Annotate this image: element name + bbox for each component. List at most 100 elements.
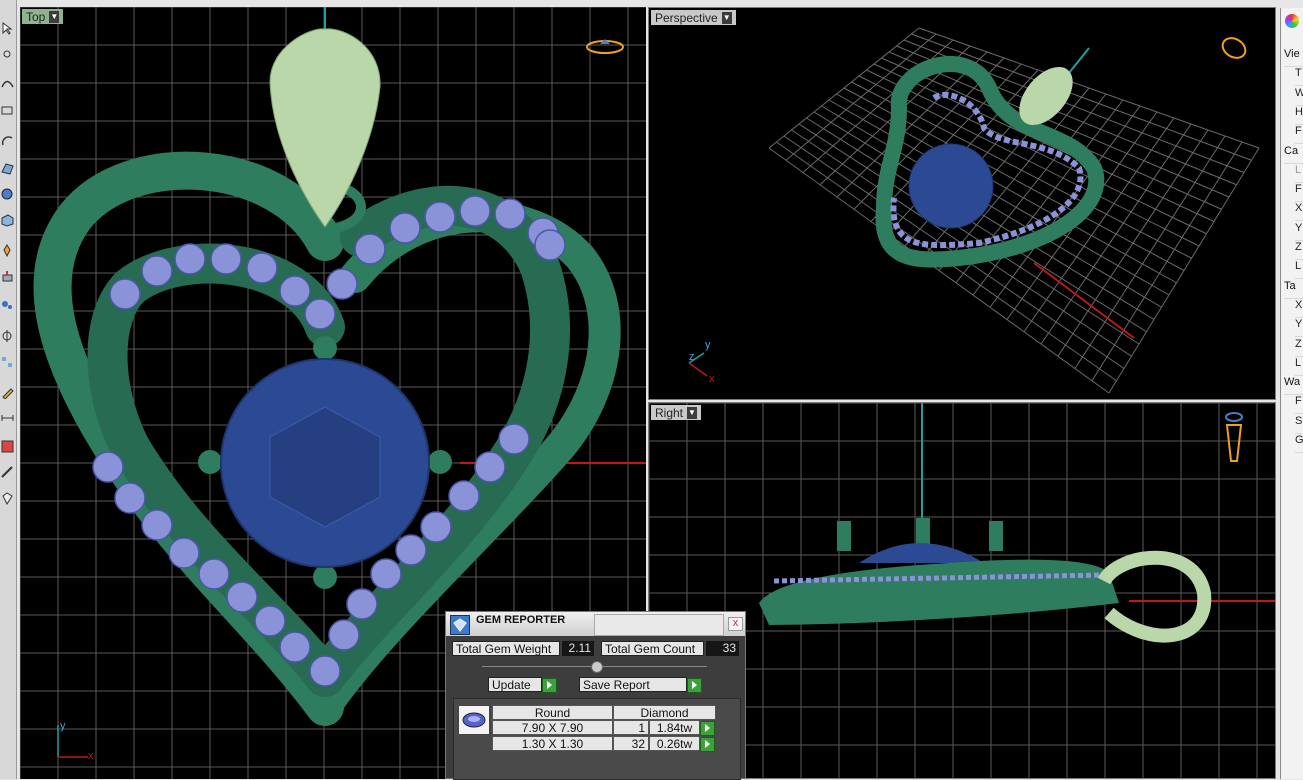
side-gem xyxy=(346,588,378,620)
arc-tool-icon[interactable] xyxy=(1,134,14,147)
prong xyxy=(313,336,337,360)
select-tool-icon[interactable] xyxy=(1,22,14,35)
property-row[interactable]: S xyxy=(1295,415,1303,434)
property-row[interactable]: T xyxy=(1295,67,1303,87)
property-row[interactable]: H xyxy=(1295,106,1303,125)
col-header-diamond: Diamond xyxy=(613,705,716,720)
property-row[interactable]: L xyxy=(1295,260,1303,280)
close-button[interactable]: x xyxy=(728,617,743,631)
property-row[interactable]: Vie xyxy=(1284,48,1303,67)
loft-tool-icon[interactable] xyxy=(1,298,14,311)
property-row[interactable]: L xyxy=(1295,164,1303,183)
side-gem xyxy=(226,581,258,613)
side-gem xyxy=(534,229,566,261)
update-go-icon[interactable] xyxy=(542,678,557,693)
titlebar-spacer xyxy=(594,614,724,636)
surface-tool-icon[interactable] xyxy=(1,162,14,175)
side-gem xyxy=(354,233,386,265)
analyze-tool-icon[interactable] xyxy=(1,440,14,453)
property-row[interactable]: Y xyxy=(1295,222,1303,241)
sphere-tool-icon[interactable] xyxy=(1,188,14,201)
total-gem-weight-value: 2.11 xyxy=(562,641,594,656)
side-gem xyxy=(141,509,173,541)
side-gem xyxy=(279,275,311,307)
ring-view-icon[interactable] xyxy=(586,39,624,54)
top-viewport-label[interactable]: Top ▼ xyxy=(22,9,64,24)
side-gem xyxy=(420,511,452,543)
update-button[interactable]: Update xyxy=(488,677,542,692)
perspective-viewport-title: Perspective xyxy=(655,10,718,25)
side-gem xyxy=(389,212,421,244)
property-row[interactable]: F xyxy=(1295,395,1303,415)
property-row[interactable]: Wa xyxy=(1284,376,1303,396)
property-row[interactable]: Y xyxy=(1295,318,1303,338)
total-gem-weight-label: Total Gem Weight xyxy=(452,641,560,656)
gem-reporter-dialog: GEM REPORTER x Total Gem Weight 2.11 Tot… xyxy=(445,611,746,780)
gem-reporter-icon xyxy=(450,615,470,635)
color-wheel-icon[interactable] xyxy=(1285,14,1299,28)
transform-tool-icon[interactable] xyxy=(1,330,14,343)
side-gem xyxy=(494,198,526,230)
svg-text:y: y xyxy=(60,720,66,732)
side-gem xyxy=(370,558,402,590)
row2-size: 1.30 X 1.30 xyxy=(492,736,613,751)
chevron-down-icon[interactable]: ▼ xyxy=(49,10,60,23)
total-gem-count-value: 33 xyxy=(706,641,739,656)
property-row[interactable]: Z xyxy=(1295,241,1303,260)
svg-text:z: z xyxy=(689,351,695,363)
property-row[interactable]: G xyxy=(1295,434,1303,453)
side-gem xyxy=(304,298,336,330)
point-tool-icon[interactable] xyxy=(1,48,14,61)
collapse-handle[interactable] xyxy=(591,661,603,673)
perspective-viewport-label[interactable]: Perspective ▼ xyxy=(651,10,736,25)
array-tool-icon[interactable] xyxy=(1,356,14,369)
round-gem-thumbnail[interactable] xyxy=(458,705,490,735)
center-gem-side xyxy=(859,543,984,563)
side-gem xyxy=(309,655,341,687)
chevron-down-icon[interactable]: ▼ xyxy=(687,406,698,419)
gem-tool-icon[interactable] xyxy=(1,492,14,506)
property-row[interactable]: Ta xyxy=(1284,280,1303,299)
save-report-button[interactable]: Save Report xyxy=(579,677,687,692)
property-row[interactable]: Ca xyxy=(1284,145,1303,164)
pencil-tool-icon[interactable] xyxy=(1,386,14,400)
side-gem xyxy=(498,423,530,455)
ring-view-icon[interactable] xyxy=(1219,34,1249,62)
center-gem-perspective xyxy=(908,143,994,229)
prong xyxy=(837,521,851,551)
perspective-axis-icon: y z x xyxy=(688,339,715,385)
boolean-tool-icon[interactable] xyxy=(1,244,14,258)
render-tool-icon[interactable] xyxy=(1,466,14,479)
rectangle-tool-icon[interactable] xyxy=(1,104,14,117)
right-viewport-label[interactable]: Right ▼ xyxy=(651,405,702,420)
side-gem xyxy=(246,252,278,284)
perspective-viewport-canvas[interactable]: y z x xyxy=(649,8,1276,400)
curve-tool-icon[interactable] xyxy=(1,76,14,89)
side-gem xyxy=(326,268,358,300)
extrude-tool-icon[interactable] xyxy=(1,270,14,283)
row2-go-icon[interactable] xyxy=(700,737,715,752)
ring-view-icon[interactable] xyxy=(1225,412,1243,462)
property-row[interactable]: X xyxy=(1295,202,1303,222)
side-gem xyxy=(168,537,200,569)
gem-reporter-titlebar[interactable]: GEM REPORTER x xyxy=(446,612,745,636)
chevron-down-icon[interactable]: ▼ xyxy=(721,11,732,24)
box-tool-icon[interactable] xyxy=(1,214,14,227)
row2-count: 32 xyxy=(613,736,649,751)
top-viewport-title: Top xyxy=(26,9,46,24)
property-row[interactable]: W xyxy=(1295,87,1303,106)
side-gem xyxy=(459,195,491,227)
row1-go-icon[interactable] xyxy=(700,721,715,736)
side-gem xyxy=(448,480,480,512)
side-gem xyxy=(474,451,506,483)
perspective-viewport[interactable]: y z x Perspective ▼ xyxy=(648,7,1276,400)
property-row[interactable]: F xyxy=(1295,125,1303,145)
property-row[interactable]: F xyxy=(1295,183,1303,203)
dimension-tool-icon[interactable] xyxy=(1,412,14,425)
y-axis-line xyxy=(1068,47,1090,74)
property-row[interactable]: L xyxy=(1295,357,1303,376)
top-axis-icon: y x xyxy=(57,720,94,762)
property-row[interactable]: Z xyxy=(1295,338,1303,357)
property-row[interactable]: X xyxy=(1295,299,1303,318)
save-report-go-icon[interactable] xyxy=(687,678,702,693)
